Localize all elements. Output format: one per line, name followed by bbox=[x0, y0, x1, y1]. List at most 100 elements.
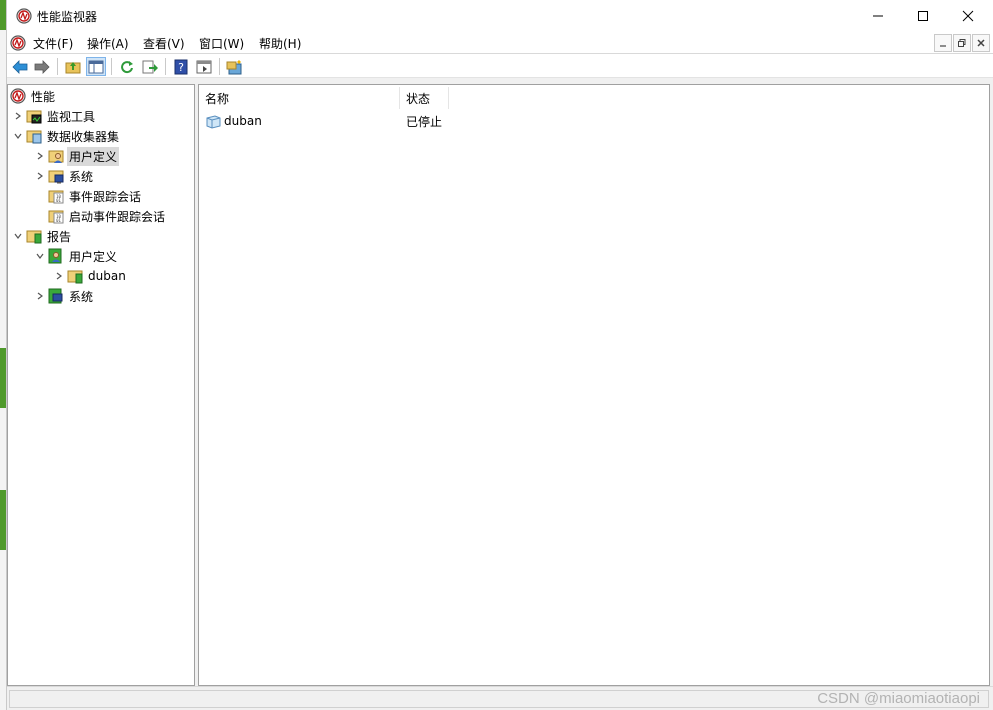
menu-window[interactable]: 窗口(W) bbox=[199, 35, 244, 52]
minimize-icon bbox=[940, 45, 946, 47]
startup-trace-folder-icon: 10 01 bbox=[48, 210, 64, 224]
chevron-right-icon[interactable] bbox=[51, 268, 67, 284]
maximize-icon bbox=[918, 10, 928, 21]
forward-icon bbox=[34, 59, 50, 74]
user-report-icon bbox=[48, 248, 62, 264]
tree-item-label: 报告 bbox=[47, 229, 72, 244]
chevron-right-icon[interactable] bbox=[32, 288, 48, 304]
toolbar-separator bbox=[111, 58, 112, 75]
column-header-name[interactable]: 名称 bbox=[199, 87, 400, 109]
close-icon bbox=[977, 39, 985, 47]
svg-text:?: ? bbox=[178, 61, 184, 74]
tree-item-data-collector-sets[interactable]: 数据收集器集 bbox=[10, 126, 121, 146]
show-hide-tree-icon bbox=[88, 60, 104, 73]
tree-item-system[interactable]: 系统 bbox=[32, 166, 95, 186]
mdi-controls bbox=[934, 34, 990, 52]
toolbar-separator bbox=[165, 58, 166, 75]
tree-item-user-defined[interactable]: 用户定义 bbox=[32, 146, 120, 166]
data-collector-set-icon bbox=[206, 115, 221, 129]
back-button[interactable] bbox=[10, 57, 30, 76]
toolbar: ? bbox=[7, 55, 993, 78]
list-cell-status: 已停止 bbox=[406, 114, 443, 129]
chevron-right-icon[interactable] bbox=[32, 168, 48, 184]
export-list-icon bbox=[142, 60, 158, 73]
refresh-icon bbox=[121, 60, 133, 73]
help-button[interactable]: ? bbox=[171, 57, 191, 76]
up-folder-button[interactable] bbox=[63, 57, 83, 76]
tree-item-label: 用户定义 bbox=[67, 146, 120, 166]
performance-icon bbox=[10, 88, 26, 104]
menu-action[interactable]: 操作(A) bbox=[87, 35, 129, 52]
maximize-button[interactable] bbox=[900, 0, 946, 31]
list-item-name: duban bbox=[224, 114, 262, 128]
tree-item-label: 系统 bbox=[69, 169, 94, 184]
up-folder-icon bbox=[65, 61, 81, 73]
system-folder-icon bbox=[48, 170, 64, 184]
minimize-icon bbox=[873, 15, 883, 16]
new-data-collector-icon bbox=[226, 59, 242, 74]
monitor-folder-icon bbox=[26, 110, 42, 124]
help-icon: ? bbox=[174, 59, 188, 74]
content-area: 性能 监视工具 数据收集器集 用户定义 系统 10 01 事件跟踪会话 10 0… bbox=[7, 78, 993, 686]
tree-item-startup-event-trace-sessions[interactable]: 10 01 启动事件跟踪会话 bbox=[32, 206, 167, 226]
tree-pane[interactable]: 性能 监视工具 数据收集器集 用户定义 系统 10 01 事件跟踪会话 10 0… bbox=[7, 84, 195, 686]
tree-item-label: 启动事件跟踪会话 bbox=[69, 209, 166, 224]
trace-folder-icon: 10 01 bbox=[48, 190, 64, 204]
mdi-close-button[interactable] bbox=[972, 34, 990, 52]
properties-button[interactable] bbox=[194, 57, 214, 76]
tree-item-label: duban bbox=[88, 269, 126, 283]
show-hide-tree-button[interactable] bbox=[86, 57, 106, 76]
title-bar[interactable]: 性能监视器 bbox=[7, 0, 993, 31]
minimize-button[interactable] bbox=[855, 0, 901, 31]
menu-bar: 文件(F) 操作(A) 查看(V) 窗口(W) 帮助(H) bbox=[7, 31, 993, 54]
chevron-down-icon[interactable] bbox=[32, 248, 48, 264]
system-report-icon bbox=[48, 288, 63, 304]
tree-item-label: 系统 bbox=[69, 289, 94, 304]
tree-item-label: 数据收集器集 bbox=[47, 129, 120, 144]
collector-folder-icon bbox=[26, 130, 42, 144]
menu-file[interactable]: 文件(F) bbox=[33, 35, 73, 52]
status-bar: CSDN @miaomiaotiaopi bbox=[7, 686, 993, 710]
tree-item-event-trace-sessions[interactable]: 10 01 事件跟踪会话 bbox=[32, 186, 143, 206]
tree-item-reports[interactable]: 报告 bbox=[10, 226, 73, 246]
tree-item-label: 监视工具 bbox=[47, 109, 96, 124]
export-list-button[interactable] bbox=[140, 57, 160, 76]
menu-help[interactable]: 帮助(H) bbox=[259, 35, 301, 52]
back-icon bbox=[12, 59, 28, 74]
tree-item-performance[interactable]: 性能 bbox=[10, 86, 57, 106]
toolbar-separator bbox=[219, 58, 220, 75]
chevron-down-icon[interactable] bbox=[10, 128, 26, 144]
chevron-down-icon[interactable] bbox=[10, 228, 26, 244]
system-menu-icon[interactable] bbox=[10, 35, 26, 51]
tree-item-monitoring-tools[interactable]: 监视工具 bbox=[10, 106, 97, 126]
column-header-status[interactable]: 状态 bbox=[400, 87, 449, 109]
tree-item-reports-user-defined[interactable]: 用户定义 bbox=[32, 246, 119, 266]
close-icon bbox=[962, 10, 974, 21]
user-folder-icon bbox=[48, 150, 64, 163]
chevron-right-icon[interactable] bbox=[10, 108, 26, 124]
mdi-restore-button[interactable] bbox=[953, 34, 971, 52]
refresh-button[interactable] bbox=[117, 57, 137, 76]
list-pane[interactable]: 名称 状态 duban 已停止 bbox=[198, 84, 990, 686]
list-item[interactable]: duban 已停止 bbox=[199, 111, 989, 131]
forward-button[interactable] bbox=[32, 57, 52, 76]
performance-monitor-window: 性能监视器 文件(F) 操作(A) 查看(V) 窗口(W) 帮助(H) ? 性能… bbox=[6, 0, 993, 710]
tree-item-duban-report[interactable]: duban bbox=[51, 266, 128, 286]
window-title: 性能监视器 bbox=[37, 10, 98, 24]
new-data-collector-button[interactable] bbox=[225, 57, 245, 76]
tree-item-label: 用户定义 bbox=[69, 249, 118, 264]
tree-item-label: 事件跟踪会话 bbox=[69, 189, 142, 204]
list-cell-name: duban bbox=[205, 111, 262, 131]
chevron-right-icon[interactable] bbox=[32, 148, 48, 164]
properties-icon bbox=[196, 60, 212, 73]
tree-item-reports-system[interactable]: 系统 bbox=[32, 286, 95, 306]
svg-text:01: 01 bbox=[56, 198, 61, 203]
tree-item-label: 性能 bbox=[31, 89, 56, 104]
menu-view[interactable]: 查看(V) bbox=[143, 35, 185, 52]
performance-monitor-icon bbox=[16, 8, 32, 24]
report-item-icon bbox=[67, 270, 83, 284]
restore-icon bbox=[958, 39, 966, 47]
close-button[interactable] bbox=[945, 0, 991, 31]
toolbar-separator bbox=[57, 58, 58, 75]
mdi-minimize-button[interactable] bbox=[934, 34, 952, 52]
